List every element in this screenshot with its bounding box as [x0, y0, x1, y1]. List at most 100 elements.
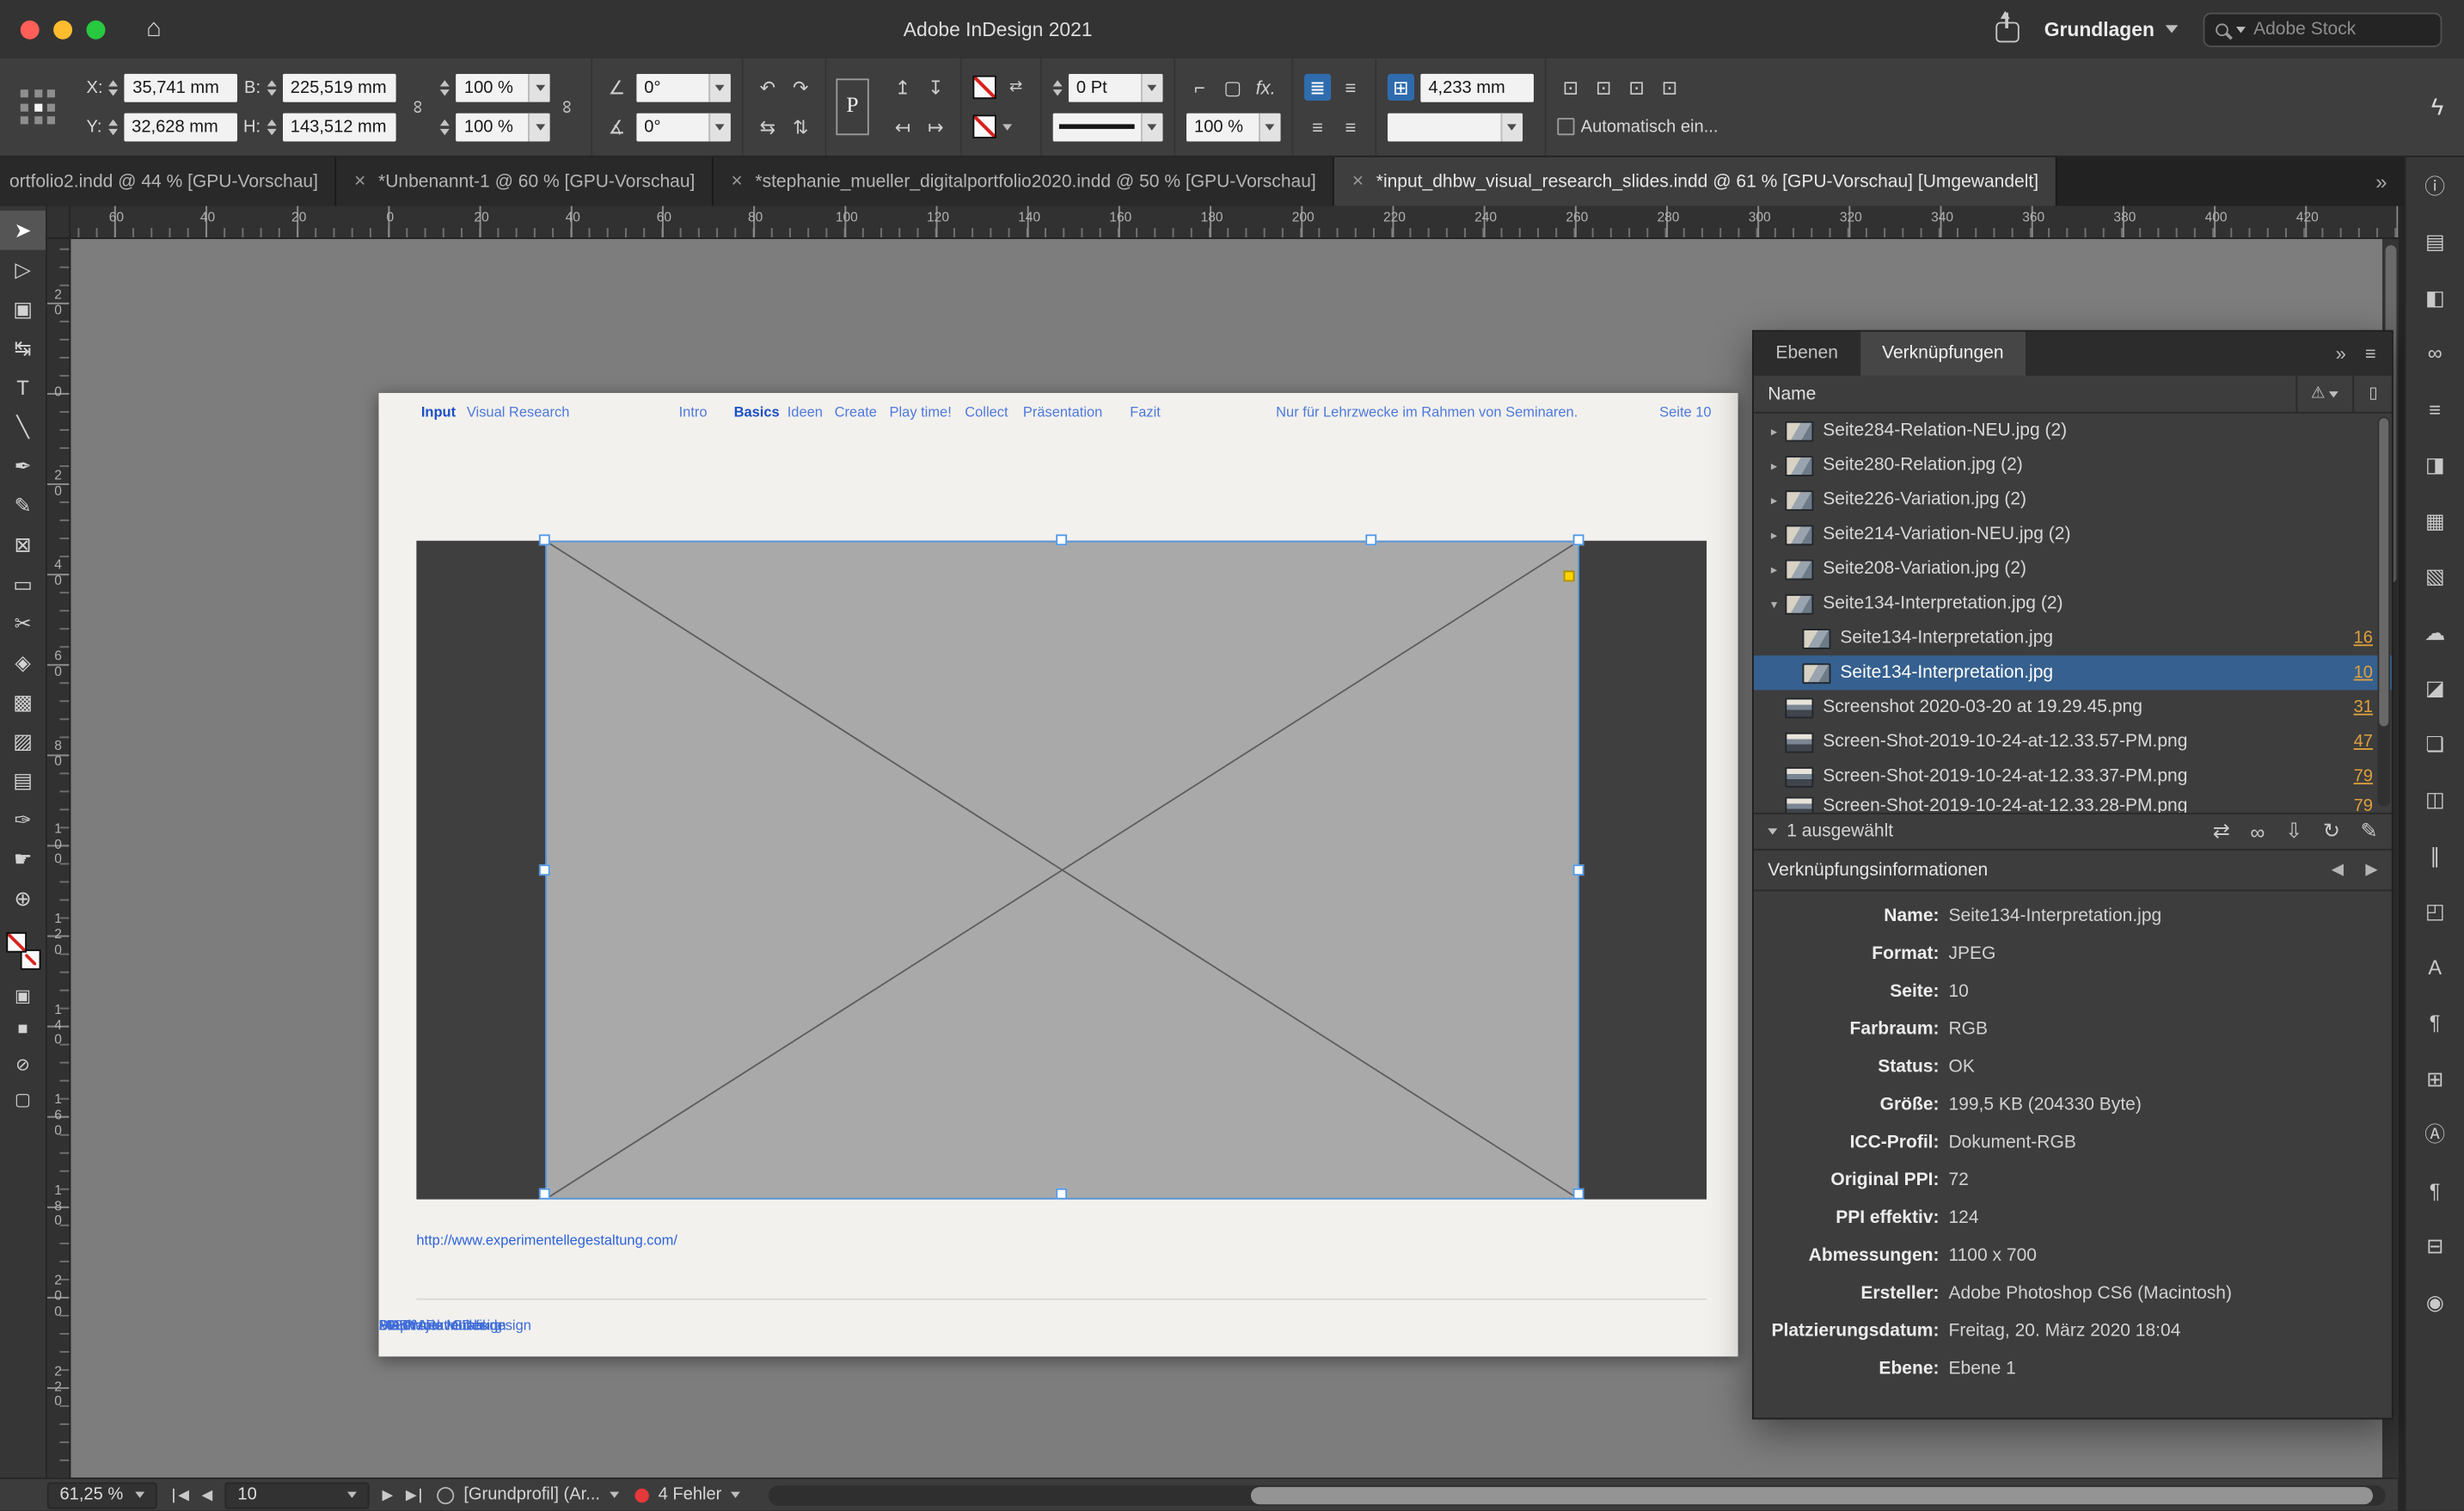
minimize-window-button[interactable] [53, 20, 72, 39]
rectangle-frame-tool[interactable]: ⊠ [0, 525, 46, 564]
dropdown-button[interactable] [529, 73, 551, 101]
panel-menu-icon[interactable]: ≡ [2365, 342, 2376, 365]
paragraph-panel-icon[interactable]: ¶ [2418, 1009, 2452, 1037]
select-next-button[interactable]: ↦ [922, 114, 949, 140]
proxy-dot[interactable] [47, 89, 55, 97]
select-content-button[interactable]: ↧ [922, 74, 949, 101]
apply-color-button[interactable]: ■ [0, 1012, 46, 1047]
height-input[interactable]: 143,512 mm [283, 113, 396, 141]
zoom-window-button[interactable] [87, 20, 106, 39]
preflight-panel-icon[interactable]: ◉ [2418, 1287, 2452, 1316]
stroke-weight-stepper[interactable] [1053, 79, 1063, 95]
center-content-button[interactable]: ⊡ [1656, 74, 1683, 101]
flip-horizontal-button[interactable]: ⇆ [754, 114, 781, 140]
rotation-input[interactable]: 0° [636, 113, 708, 141]
close-tab-icon[interactable]: × [731, 172, 742, 192]
wrap-jump-button[interactable]: ≡ [1304, 114, 1331, 140]
fill-swatch[interactable] [5, 932, 26, 953]
links-panel-icon[interactable]: ∞ [2418, 339, 2452, 367]
link-row[interactable]: Seite134-Interpretation.jpg 16 [1754, 621, 2392, 655]
dropdown-button[interactable] [1141, 113, 1163, 141]
proxy-dot[interactable] [21, 116, 28, 124]
proxy-dot[interactable] [21, 89, 28, 97]
stroke-style-combo[interactable] [1053, 113, 1163, 141]
link-row[interactable]: Screen-Shot-2019-10-24-at-12.33.28-PM.pn… [1754, 794, 2392, 813]
width-stepper[interactable] [267, 79, 276, 95]
wrap-options-value[interactable] [1388, 113, 1501, 141]
selection-handle[interactable] [1056, 534, 1067, 545]
gradient-panel-icon[interactable]: ▧ [2418, 562, 2452, 590]
selection-handle[interactable] [1573, 864, 1584, 875]
width-input[interactable]: 225,519 mm [283, 73, 396, 101]
links-scrollbar[interactable] [2377, 416, 2390, 806]
dropdown-button[interactable] [529, 113, 551, 141]
horizontal-scrollbar-thumb[interactable] [1251, 1486, 2373, 1503]
hand-tool[interactable]: ☛ [0, 839, 46, 879]
sort-warning-column[interactable]: ⚠ [2295, 376, 2354, 412]
selection-handle[interactable] [539, 864, 550, 875]
expander-icon[interactable]: ▸ [1763, 458, 1786, 472]
document-tab[interactable]: × *input_dhbw_visual_research_slides.ind… [1335, 157, 2057, 206]
stroke-weight-combo[interactable]: 0 Pt [1069, 73, 1163, 101]
chevron-down-icon[interactable] [1002, 123, 1012, 129]
next-page-button[interactable]: ▶ [383, 1488, 394, 1502]
line-tool[interactable]: ╲ [0, 407, 46, 446]
proxy-dot[interactable] [47, 116, 55, 124]
pathfinder-panel-icon[interactable]: ◰ [2418, 897, 2452, 925]
shear-combo[interactable]: 0° [636, 73, 731, 101]
x-input[interactable]: 35,741 mm [125, 73, 238, 101]
shear-input[interactable]: 0° [636, 73, 708, 101]
x-stepper[interactable] [109, 79, 119, 95]
proxy-dot-selected[interactable] [34, 103, 41, 111]
wrap-none-button[interactable]: ≣ [1304, 74, 1331, 101]
drop-shadow-icon[interactable]: ▢ [1219, 74, 1246, 101]
proxy-dot[interactable] [34, 89, 41, 97]
quick-actions-icon[interactable]: ϟ [2431, 94, 2464, 120]
corner-options-icon[interactable]: ⌐ [1186, 74, 1213, 101]
expander-icon[interactable]: ▸ [1763, 424, 1786, 438]
dropdown-button[interactable] [1259, 113, 1281, 141]
free-transform-tool[interactable]: ◈ [0, 643, 46, 683]
scissors-tool[interactable]: ✂ [0, 604, 46, 643]
expander-icon[interactable]: ▸ [1763, 527, 1786, 541]
wrap-options-combo[interactable] [1388, 113, 1523, 141]
expander-icon[interactable]: ▾ [1763, 597, 1786, 611]
selection-tool[interactable]: ➤ [0, 211, 46, 250]
vertical-ruler[interactable]: 20020406080100120140160180200220 [47, 239, 70, 1477]
image-block[interactable] [416, 541, 1707, 1200]
table-panel-icon[interactable]: ⊟ [2418, 1232, 2452, 1260]
workspace-switcher[interactable]: Grundlagen [2044, 18, 2179, 40]
eyedropper-tool[interactable]: ✑ [0, 800, 46, 839]
previous-link-icon[interactable]: ◀ [2332, 862, 2344, 879]
link-row[interactable]: Screen-Shot-2019-10-24-at-12.33.57-PM.pn… [1754, 725, 2392, 759]
gradient-swatch-tool[interactable]: ▩ [0, 682, 46, 722]
document-tab[interactable]: × ortfolio2.indd @ 44 % [GPU-Vorschau] [0, 157, 337, 206]
object-styles-panel-icon[interactable]: ❏ [2418, 729, 2452, 758]
gradient-feather-tool[interactable]: ▨ [0, 722, 46, 761]
rotate-cw-button[interactable]: ↷ [788, 74, 814, 101]
rotation-combo[interactable]: 0° [636, 113, 731, 141]
page-number-field[interactable]: 10 [225, 1482, 370, 1508]
selection-handle[interactable] [1365, 534, 1376, 545]
goto-link-icon[interactable]: ∞ [2250, 820, 2265, 843]
formatting-affects-container-button[interactable]: ▣ [0, 978, 46, 1012]
stroke-swatch[interactable] [972, 76, 996, 99]
document-tab[interactable]: × *Unbenannt-1 @ 60 % [GPU-Vorschau] [337, 157, 714, 206]
stroke-panel-icon[interactable]: ≡ [2418, 395, 2452, 423]
pages-panel-icon[interactable]: ▤ [2418, 227, 2452, 255]
link-row[interactable]: Seite134-Interpretation.jpg 10 [1754, 655, 2392, 690]
proxy-dot[interactable] [34, 116, 41, 124]
effects-panel-icon[interactable]: ◪ [2418, 673, 2452, 702]
fill-frame-button[interactable]: ⊡ [1557, 74, 1584, 101]
adobe-stock-search[interactable]: Adobe Stock [2204, 12, 2443, 46]
select-container-button[interactable]: ↥ [889, 74, 916, 101]
character-styles-panel-icon[interactable]: Ⓐ [2418, 1120, 2452, 1148]
ruler-origin-box[interactable] [47, 206, 70, 238]
update-link-icon[interactable]: ↻ [2323, 819, 2340, 844]
scale-x-combo[interactable]: 100 % [457, 73, 551, 101]
chevron-down-icon[interactable] [1768, 828, 1777, 834]
selection-handle[interactable] [1056, 1189, 1067, 1200]
link-row[interactable]: ▸ Seite284-Relation-NEU.jpg (2) [1754, 414, 2392, 448]
effects-menu-icon[interactable]: fx. [1253, 74, 1279, 101]
selection-handle[interactable] [539, 534, 550, 545]
